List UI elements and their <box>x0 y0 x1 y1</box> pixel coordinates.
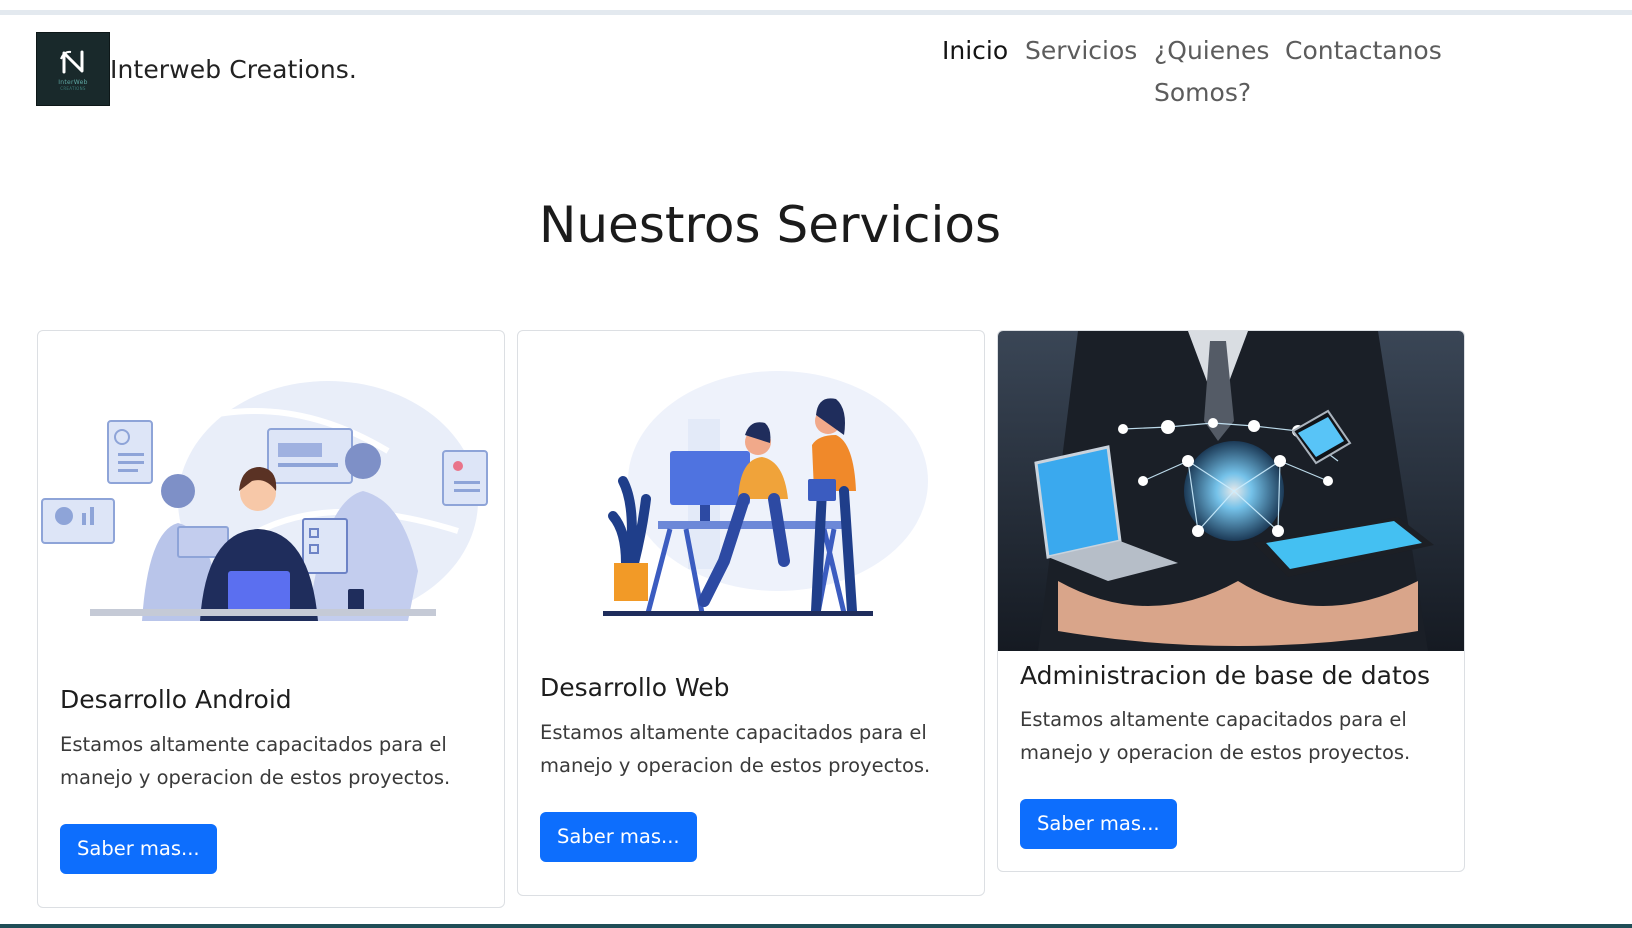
brand-name[interactable]: Interweb Creations. <box>110 55 357 84</box>
android-dev-illustration <box>41 381 488 621</box>
web-dev-illustration <box>603 371 928 616</box>
saber-mas-android-button[interactable]: Saber mas... <box>60 824 217 874</box>
service-card-database: Administracion de base de datos Estamos … <box>997 330 1465 872</box>
card-text: Estamos altamente capacitados para el ma… <box>1020 708 1411 764</box>
card-title: Desarrollo Web <box>540 673 730 702</box>
nav-link-quienes-somos[interactable]: ¿Quienes Somos? <box>1154 30 1274 114</box>
card-text: Estamos altamente capacitados para el ma… <box>540 721 931 777</box>
top-border <box>0 10 1632 15</box>
logo-mark-icon <box>60 50 84 74</box>
nav-link-contactanos[interactable]: Contactanos <box>1285 30 1442 72</box>
nav-link-servicios[interactable]: Servicios <box>1025 30 1137 72</box>
logo-caption: InterWeb <box>58 79 88 86</box>
company-logo: InterWeb CREATIONS <box>36 32 110 106</box>
navbar-brand[interactable]: InterWeb CREATIONS Interweb Creations. <box>36 32 357 106</box>
nav-link-inicio[interactable]: Inicio <box>942 30 1008 72</box>
logo-tagline: CREATIONS <box>60 86 86 91</box>
card-text: Estamos altamente capacitados para el ma… <box>60 733 451 789</box>
database-admin-photo <box>998 331 1464 651</box>
saber-mas-database-button[interactable]: Saber mas... <box>1020 799 1177 849</box>
card-title: Desarrollo Android <box>60 685 292 714</box>
saber-mas-web-button[interactable]: Saber mas... <box>540 812 697 862</box>
service-card-android: Desarrollo Android Estamos altamente cap… <box>37 330 505 908</box>
bottom-border <box>0 924 1632 928</box>
card-title: Administracion de base de datos <box>1020 661 1431 690</box>
service-card-web: Desarrollo Web Estamos altamente capacit… <box>517 330 985 896</box>
section-title: Nuestros Servicios <box>538 196 1002 254</box>
